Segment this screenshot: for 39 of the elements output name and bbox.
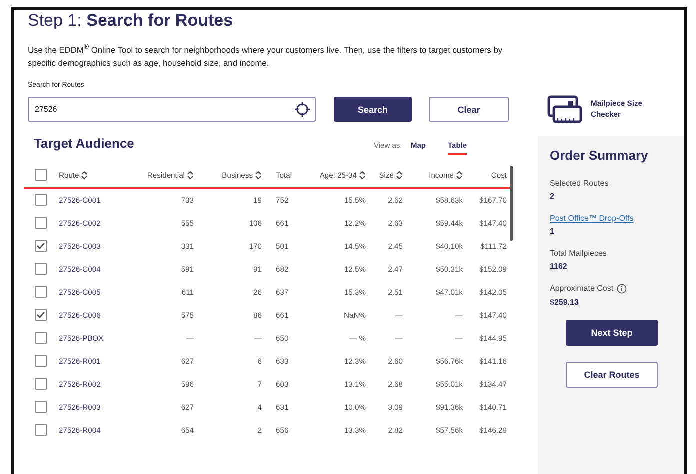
- intro-text: Use the EDDM$^{®}$ Online Tool to search for neighborhoods where your customers live. Then, use the filters to target customers by specific demographics such as age, household size, and income.: [28, 43, 504, 70]
- sort-icon[interactable]: [187, 170, 194, 180]
- sort-icon[interactable]: [396, 170, 403, 180]
- summary-value: 1: [550, 226, 556, 236]
- scrollbar[interactable]: [510, 166, 513, 241]
- summary-value: $259.13: [550, 298, 580, 307]
- row-checkbox[interactable]: [34, 401, 46, 414]
- row-checkbox[interactable]: [34, 240, 46, 252]
- sort-icon[interactable]: [359, 170, 366, 180]
- row-checkbox[interactable]: [34, 309, 46, 322]
- sort-icon[interactable]: [456, 170, 463, 180]
- search-button[interactable]: Search: [334, 97, 412, 122]
- row-checkbox[interactable]: [34, 355, 46, 368]
- row-checkbox[interactable]: [34, 194, 46, 206]
- location-target-icon[interactable]: [295, 102, 310, 118]
- row-checkbox[interactable]: [34, 424, 46, 436]
- summary-value: 1162: [550, 262, 568, 271]
- next-step-button[interactable]: Next Step: [566, 320, 658, 346]
- drop-offs-link[interactable]: Post Office™ Drop-Offs: [550, 214, 674, 223]
- row-checkbox[interactable]: [34, 263, 46, 276]
- page-title: Step 1: Search for Routes: [28, 11, 234, 31]
- summary-label: Total Mailpieces: [550, 248, 608, 258]
- info-icon[interactable]: [616, 284, 627, 294]
- sort-icon[interactable]: [81, 170, 88, 180]
- clear-routes-button[interactable]: Clear Routes: [566, 362, 658, 388]
- envelope-ruler-icon[interactable]: [547, 94, 583, 125]
- section-title: Target Audience: [34, 136, 136, 151]
- row-checkbox[interactable]: [34, 332, 46, 344]
- search-field[interactable]: 27526: [28, 97, 316, 122]
- clear-button[interactable]: Clear: [429, 97, 509, 122]
- summary-label: Approximate Cost: [550, 284, 614, 294]
- summary-label: Selected Routes: [550, 178, 610, 188]
- row-checkbox[interactable]: [34, 378, 46, 390]
- select-all-checkbox[interactable]: [34, 169, 46, 182]
- row-checkbox[interactable]: [34, 217, 46, 230]
- panel-title: Order Summary: [550, 148, 650, 163]
- summary-value: 2: [550, 192, 556, 201]
- row-checkbox[interactable]: [34, 286, 46, 298]
- sort-icon[interactable]: [255, 170, 262, 180]
